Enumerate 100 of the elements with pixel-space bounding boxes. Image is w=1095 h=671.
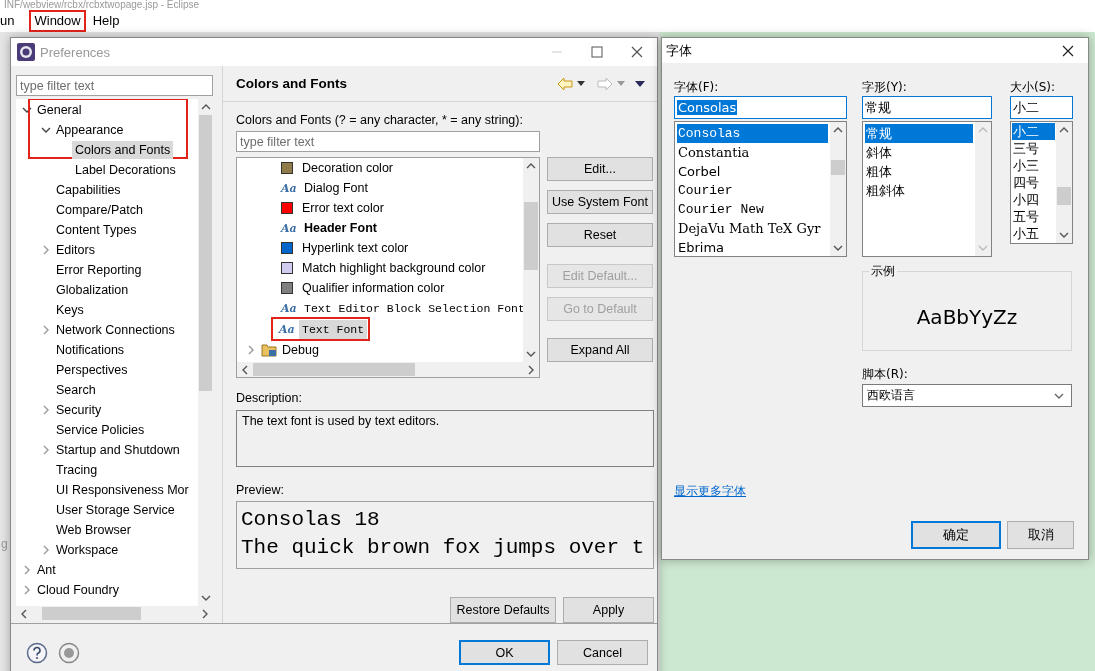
- dialog-button[interactable]: 确定: [911, 521, 1001, 549]
- close-icon[interactable]: [631, 46, 643, 58]
- tree-item[interactable]: Search: [53, 381, 99, 399]
- font-option[interactable]: Consolas: [677, 124, 828, 143]
- scrollbar-thumb[interactable]: [41, 607, 141, 620]
- tree-item[interactable]: Cloud Foundry: [34, 581, 122, 599]
- action-button[interactable]: Reset: [547, 223, 653, 247]
- size-option[interactable]: 四号: [1012, 174, 1055, 191]
- list-item[interactable]: Text Font: [299, 319, 368, 339]
- action-button[interactable]: Expand All: [547, 338, 653, 362]
- tree-item[interactable]: Colors and Fonts: [72, 141, 174, 159]
- help-icon[interactable]: [26, 641, 48, 664]
- size-option[interactable]: 小二: [1012, 123, 1055, 140]
- style-option[interactable]: 常规: [865, 124, 973, 143]
- scrollbar-thumb[interactable]: [831, 160, 845, 175]
- tree-item[interactable]: User Storage Service: [53, 501, 178, 519]
- size-option[interactable]: 小五: [1012, 225, 1055, 242]
- script-select[interactable]: 西欧语言: [862, 384, 1072, 407]
- list-item[interactable]: Text Editor Block Selection Font: [301, 298, 523, 318]
- tree-item[interactable]: Network Connections: [53, 321, 178, 339]
- list-item[interactable]: Match highlight background color: [299, 258, 489, 278]
- size-field[interactable]: 小二: [1010, 96, 1073, 119]
- font-option[interactable]: Courier New: [677, 200, 828, 219]
- style-label: 字形(Y):: [862, 79, 908, 96]
- tree-item[interactable]: Compare/Patch: [53, 201, 146, 219]
- tree-item[interactable]: General: [34, 101, 85, 119]
- scrollbar[interactable]: [523, 158, 539, 362]
- font-option[interactable]: Courier: [677, 181, 828, 200]
- font-label: 字体(F):: [674, 79, 720, 96]
- folder-icon: [261, 343, 277, 357]
- filter-label: Colors and Fonts (? = any character, * = any string):: [236, 112, 524, 129]
- font-option[interactable]: DejaVu Math TeX Gyr: [677, 219, 828, 238]
- tree-item[interactable]: UI Responsiveness Mor: [53, 481, 192, 499]
- scrollbar-thumb[interactable]: [199, 115, 212, 391]
- dialog-button[interactable]: 取消: [1007, 521, 1074, 549]
- close-icon[interactable]: [1062, 44, 1074, 57]
- tree-item[interactable]: Capabilities: [53, 181, 124, 199]
- action-button[interactable]: Restore Defaults: [450, 597, 556, 623]
- list-item[interactable]: Hyperlink text color: [299, 238, 412, 258]
- tree-item[interactable]: Workspace: [53, 541, 122, 559]
- tree-item[interactable]: Content Types: [53, 221, 140, 239]
- list-item[interactable]: Debug: [279, 340, 322, 360]
- tree-item[interactable]: Perspectives: [53, 361, 131, 379]
- preview-label: Preview:: [236, 482, 285, 499]
- menu-item[interactable]: un: [0, 11, 19, 31]
- tree-item[interactable]: Keys: [53, 301, 87, 319]
- scrollbar[interactable]: [198, 99, 213, 606]
- list-item[interactable]: Qualifier information color: [299, 278, 448, 298]
- style-field[interactable]: 常规: [862, 96, 992, 119]
- scrollbar[interactable]: [830, 122, 846, 256]
- scrollbar-thumb[interactable]: [1057, 186, 1071, 205]
- size-option[interactable]: 小四: [1012, 191, 1055, 208]
- font-icon: Aa: [281, 301, 299, 315]
- menu-item[interactable]: Window: [30, 11, 85, 31]
- scrollbar[interactable]: [1056, 122, 1072, 243]
- size-option[interactable]: 五号: [1012, 208, 1055, 225]
- tree-item[interactable]: Tracing: [53, 461, 101, 479]
- dropdown-icon[interactable]: [577, 81, 585, 86]
- size-option[interactable]: 三号: [1012, 140, 1055, 157]
- filter-field[interactable]: type filter text: [16, 75, 213, 96]
- style-option[interactable]: 斜体: [865, 143, 973, 162]
- tree-item[interactable]: Ant: [34, 561, 59, 579]
- menu-item[interactable]: Help: [88, 11, 124, 31]
- tree-item[interactable]: Security: [53, 401, 105, 419]
- more-fonts-link[interactable]: 显示更多字体: [674, 483, 746, 500]
- filter-field[interactable]: type filter text: [236, 131, 540, 152]
- font-option[interactable]: Constantia: [677, 143, 828, 162]
- list-item[interactable]: Decoration color: [299, 158, 396, 178]
- tree-item[interactable]: Label Decorations: [72, 161, 179, 179]
- size-option[interactable]: 小三: [1012, 157, 1055, 174]
- tree-item[interactable]: Editors: [53, 241, 98, 259]
- description-label: Description:: [236, 390, 303, 407]
- action-button[interactable]: Apply: [563, 597, 654, 623]
- maximize-icon[interactable]: [591, 46, 603, 58]
- tree-item[interactable]: Error Reporting: [53, 261, 145, 279]
- list-item[interactable]: Header Font: [301, 218, 380, 238]
- tree-item[interactable]: Notifications: [53, 341, 128, 359]
- dialog-button[interactable]: OK: [459, 640, 550, 665]
- forward-arrow-icon[interactable]: [597, 76, 613, 91]
- list-item[interactable]: Dialog Font: [301, 178, 371, 198]
- font-option[interactable]: Ebrima: [677, 238, 828, 256]
- tree-item[interactable]: Appearance: [53, 121, 127, 139]
- action-button[interactable]: Use System Font: [547, 190, 653, 214]
- tree-item[interactable]: Web Browser: [53, 521, 134, 539]
- record-icon[interactable]: [58, 641, 80, 664]
- style-option[interactable]: 粗斜体: [865, 181, 973, 200]
- description-text: The text font is used by text editors.: [236, 410, 654, 467]
- tree-item[interactable]: Service Policies: [53, 421, 148, 439]
- view-menu-icon[interactable]: [635, 80, 645, 87]
- scrollbar-thumb[interactable]: [524, 201, 538, 271]
- scrollbar[interactable]: [237, 362, 539, 377]
- action-button[interactable]: Edit...: [547, 157, 653, 181]
- font-field[interactable]: Consolas: [674, 96, 847, 119]
- scrollbar-thumb[interactable]: [253, 363, 415, 376]
- list-item[interactable]: Error text color: [299, 198, 387, 218]
- tree-item[interactable]: Startup and Shutdown: [53, 441, 183, 459]
- tree-item[interactable]: Globalization: [53, 281, 132, 299]
- style-option[interactable]: 粗体: [865, 162, 973, 181]
- font-option[interactable]: Corbel: [677, 162, 828, 181]
- dialog-button[interactable]: Cancel: [557, 640, 648, 665]
